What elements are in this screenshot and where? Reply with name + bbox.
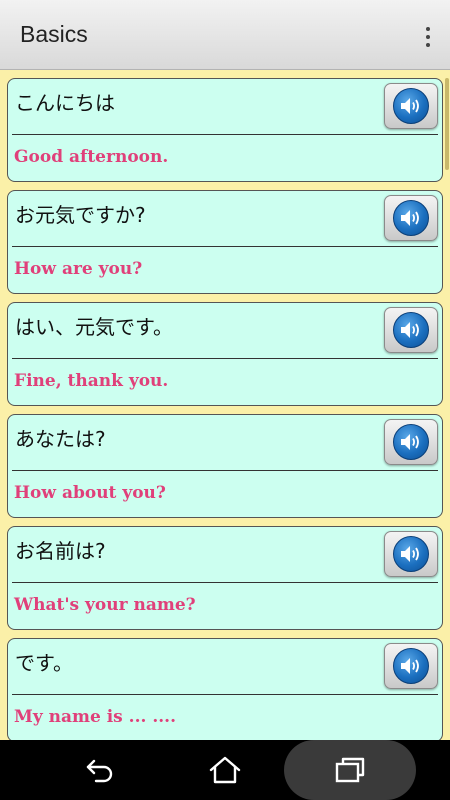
play-audio-button[interactable]	[384, 195, 438, 241]
english-translation: My name is ... ....	[14, 707, 177, 727]
system-navigation-bar	[0, 740, 450, 800]
play-audio-button[interactable]	[384, 83, 438, 129]
speaker-icon	[393, 88, 429, 124]
home-icon[interactable]	[205, 752, 245, 788]
divider	[12, 470, 438, 471]
phrase-list[interactable]: こんにちは Good afternoon. お元気ですか? How are yo…	[0, 70, 450, 740]
japanese-text: お名前は?	[15, 539, 106, 563]
japanese-text: お元気ですか?	[15, 203, 146, 227]
more-vert-icon[interactable]	[416, 20, 440, 54]
play-audio-button[interactable]	[384, 419, 438, 465]
speaker-icon	[393, 200, 429, 236]
japanese-text: あなたは?	[15, 427, 106, 451]
play-audio-button[interactable]	[384, 531, 438, 577]
back-icon[interactable]	[80, 752, 120, 788]
speaker-icon	[393, 536, 429, 572]
speaker-icon	[393, 648, 429, 684]
speaker-icon	[393, 424, 429, 460]
english-translation: How about you?	[14, 483, 166, 503]
play-audio-button[interactable]	[384, 643, 438, 689]
app-bar: Basics	[0, 0, 450, 70]
recents-icon[interactable]	[330, 752, 370, 788]
phrase-card[interactable]: お名前は? What's your name?	[7, 526, 443, 630]
english-translation: What's your name?	[14, 595, 196, 615]
english-translation: Fine, thank you.	[14, 371, 169, 391]
phrase-card[interactable]: です。 My name is ... ....	[7, 638, 443, 740]
divider	[12, 694, 438, 695]
speaker-icon	[393, 312, 429, 348]
divider	[12, 246, 438, 247]
phrase-card[interactable]: はい、元気です。 Fine, thank you.	[7, 302, 443, 406]
japanese-text: です。	[15, 651, 73, 675]
phrase-card[interactable]: こんにちは Good afternoon.	[7, 78, 443, 182]
play-audio-button[interactable]	[384, 307, 438, 353]
divider	[12, 582, 438, 583]
divider	[12, 358, 438, 359]
page-title: Basics	[20, 21, 88, 47]
scrollbar[interactable]	[445, 78, 449, 170]
japanese-text: こんにちは	[15, 91, 115, 115]
phrase-card[interactable]: お元気ですか? How are you?	[7, 190, 443, 294]
english-translation: How are you?	[14, 259, 143, 279]
divider	[12, 134, 438, 135]
english-translation: Good afternoon.	[14, 147, 169, 167]
phrase-card[interactable]: あなたは? How about you?	[7, 414, 443, 518]
japanese-text: はい、元気です。	[15, 315, 173, 339]
